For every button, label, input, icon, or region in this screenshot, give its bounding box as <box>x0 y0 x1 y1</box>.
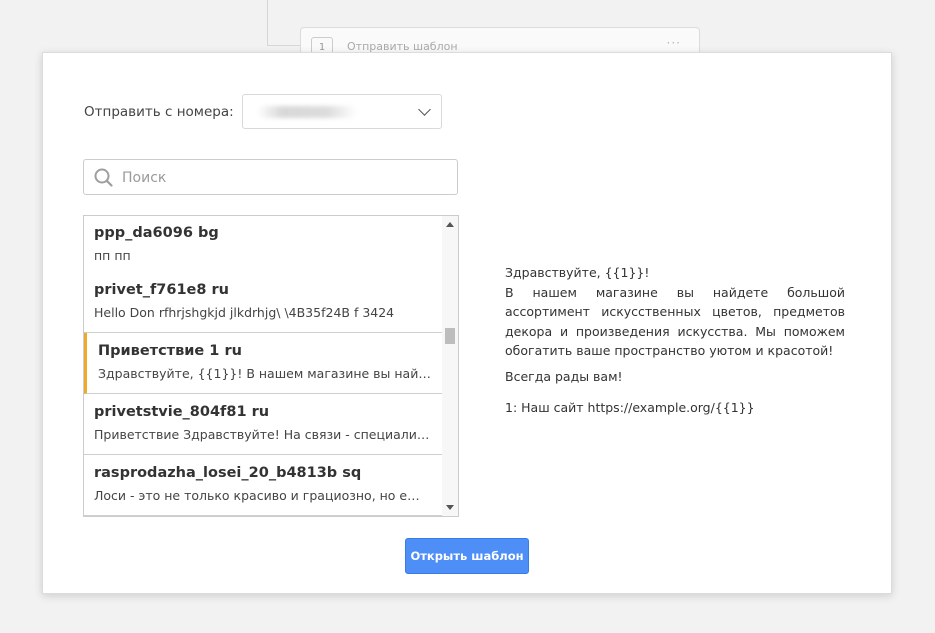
scroll-down-icon[interactable] <box>446 505 454 510</box>
more-icon[interactable]: ··· <box>667 36 681 50</box>
from-number-label: Отправить с номера: <box>84 104 234 120</box>
template-item-title: ppp_da6096 bg <box>94 225 219 241</box>
open-template-button[interactable]: Открыть шаблон <box>405 538 529 574</box>
template-item-text: пп пп <box>94 248 131 263</box>
template-item-title: privet_f761e8 ru <box>94 282 229 298</box>
template-item-title: Приветствие 1 ru <box>98 343 242 359</box>
search-input[interactable] <box>122 166 442 190</box>
from-number-select[interactable] <box>242 94 442 129</box>
search-icon <box>94 168 113 187</box>
list-scrollbar[interactable] <box>442 216 458 516</box>
scroll-thumb[interactable] <box>445 328 455 344</box>
preview-button-line: 1: Наш сайт https://example.org/{{1}} <box>505 400 755 415</box>
chevron-down-icon <box>418 103 431 116</box>
preview-body: В нашем магазине вы найдете большой ассо… <box>505 284 845 359</box>
template-item[interactable]: rasprodazha_losei_20_b4813b sq Лоси - эт… <box>84 455 443 516</box>
blurred-phone-number <box>257 106 357 118</box>
scroll-up-icon[interactable] <box>446 222 454 227</box>
template-item-selected[interactable]: Приветствие 1 ru Здравствуйте, {{1}}! В … <box>84 333 443 394</box>
preview-greeting: Здравствуйте, {{1}}! <box>505 265 650 280</box>
template-modal: Отправить с номера: ppp_da6096 bg пп пп … <box>42 52 892 594</box>
search-box <box>83 159 458 195</box>
preview-closing: Всегда рады вам! <box>505 368 623 384</box>
template-preview: Здравствуйте, {{1}}! В нашем магазине вы… <box>505 263 845 418</box>
flow-connector-line <box>267 45 303 46</box>
template-item-text: Лоси - это не только красиво и грациозно… <box>94 488 431 503</box>
template-list: ppp_da6096 bg пп пп privet_f761e8 ru Hel… <box>83 215 459 517</box>
template-item[interactable]: privet_f761e8 ru Hello Don rfhrjshgkjd j… <box>84 272 443 333</box>
template-item-text: Приветствие Здравствуйте! На связи - спе… <box>94 427 431 442</box>
template-item[interactable]: ppp_da6096 bg пп пп <box>84 216 443 276</box>
flow-connector-line <box>267 0 268 46</box>
template-item-title: privetstvie_804f81 ru <box>94 404 270 420</box>
template-item[interactable]: privetstvie_804f81 ru Приветствие Здравс… <box>84 394 443 455</box>
template-item-text: Здравствуйте, {{1}}! В нашем магазине вы… <box>98 366 435 381</box>
template-item-text: Hello Don rfhrjshgkjd jlkdrhjg\ \4B35f24… <box>94 305 395 320</box>
template-item-title: rasprodazha_losei_20_b4813b sq <box>94 465 362 481</box>
